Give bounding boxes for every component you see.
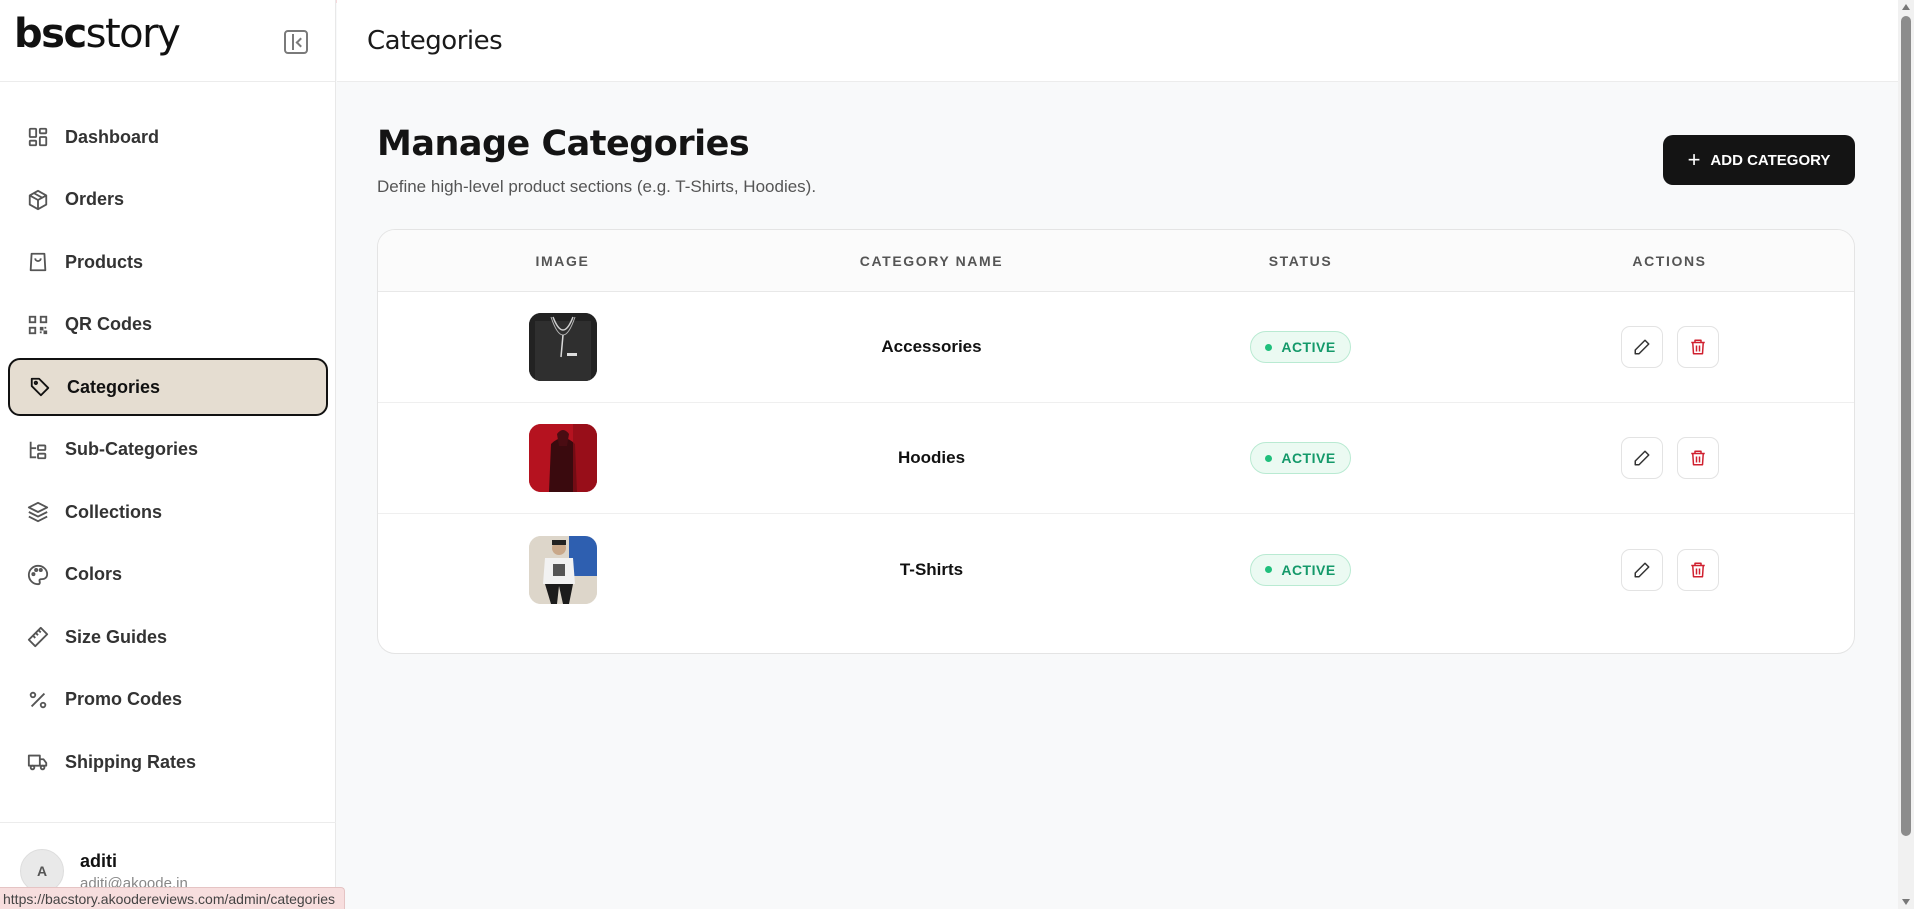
status-dot <box>1265 566 1273 573</box>
plus-icon: + <box>1687 147 1701 172</box>
image-cell <box>378 403 747 513</box>
sidebar-item-sub-categories[interactable]: Sub-Categories <box>8 421 328 479</box>
status-dot <box>1265 454 1273 462</box>
shopping-bag-icon <box>26 250 50 274</box>
status-cell: ACTIVE <box>1116 403 1485 513</box>
status-dot <box>1265 343 1273 351</box>
sidebar-item-label: Sub-Categories <box>65 439 199 459</box>
status-badge: ACTIVE <box>1250 442 1351 474</box>
sidebar-item-shipping-rates[interactable]: Shipping Rates <box>8 733 328 791</box>
sidebar-item-label: Size Guides <box>65 626 168 647</box>
tag-icon <box>28 375 52 399</box>
sidebar-item-label: Shipping Rates <box>65 751 197 772</box>
status-badge: ACTIVE <box>1250 553 1351 586</box>
palette-icon <box>26 563 50 587</box>
sidebar-item-collections[interactable]: Collections <box>8 483 328 541</box>
image-cell <box>378 514 747 625</box>
scroll-down-arrow-icon[interactable] <box>1902 899 1910 905</box>
header-title: Categories <box>367 26 503 56</box>
edit-button[interactable] <box>1620 326 1663 368</box>
sidebar-item-dashboard[interactable]: Dashboard <box>8 108 328 166</box>
pencil-icon <box>1634 339 1649 355</box>
name-cell: T-Shirts <box>747 514 1116 625</box>
edit-button[interactable] <box>1620 548 1663 591</box>
sidebar-item-label: Orders <box>65 189 125 209</box>
add-category-label: ADD CATEGORY <box>1710 151 1831 169</box>
sidebar-item-categories[interactable]: Categories <box>8 358 328 416</box>
sidebar: bscstory Dashboard Orders Products QR Co… <box>0 0 336 909</box>
sidebar-item-label: Products <box>65 251 144 272</box>
qr-code-icon <box>26 313 50 337</box>
sidebar-item-label: Colors <box>65 564 123 584</box>
main-content: Categories Manage Categories Define high… <box>337 0 1898 909</box>
sidebar-item-products[interactable]: Products <box>8 233 328 291</box>
category-name: Hoodies <box>897 448 966 467</box>
sidebar-item-qr-codes[interactable]: QR Codes <box>8 296 328 354</box>
truck-icon <box>26 750 50 774</box>
collapse-sidebar-icon[interactable] <box>284 30 308 54</box>
page-title: Manage Categories <box>377 124 750 164</box>
edit-button[interactable] <box>1620 437 1663 479</box>
trash-icon <box>1690 339 1705 355</box>
table-row: Hoodies ACTIVE <box>378 403 1854 514</box>
add-category-button[interactable]: + ADD CATEGORY <box>1663 135 1855 185</box>
actions-cell <box>1485 514 1854 625</box>
column-header-category-name: CATEGORY NAME <box>859 252 1004 269</box>
hierarchy-icon <box>26 438 50 462</box>
status-badge: ACTIVE <box>1250 331 1351 363</box>
sidebar-nav: Dashboard Orders Products QR Codes Categ… <box>0 108 336 796</box>
delete-button[interactable] <box>1676 437 1719 479</box>
column-header-actions: ACTIONS <box>1632 252 1707 269</box>
scrollbar-thumb[interactable] <box>1901 16 1911 836</box>
user-name: aditi <box>80 851 118 871</box>
category-name: Accessories <box>881 337 982 356</box>
table-row: T-Shirts ACTIVE <box>378 514 1854 625</box>
pencil-icon <box>1634 562 1649 577</box>
top-bar: Categories <box>337 0 1898 82</box>
brand-logo[interactable]: bscstory <box>14 14 181 54</box>
column-header-image: IMAGE <box>535 252 590 269</box>
trash-icon <box>1690 450 1705 466</box>
pencil-icon <box>1634 450 1649 466</box>
delete-button[interactable] <box>1676 548 1719 591</box>
sidebar-item-label: Collections <box>65 501 163 522</box>
category-name: T-Shirts <box>899 559 964 579</box>
image-cell <box>378 292 747 402</box>
sidebar-header: bscstory <box>0 0 335 82</box>
dashboard-icon <box>26 125 50 149</box>
name-cell: Accessories <box>747 292 1116 402</box>
sidebar-item-size-guides[interactable]: Size Guides <box>8 608 328 666</box>
sidebar-item-colors[interactable]: Colors <box>8 546 328 604</box>
sidebar-item-label: Dashboard <box>65 126 160 147</box>
actions-cell <box>1485 292 1854 402</box>
vertical-scrollbar[interactable] <box>1898 0 1914 909</box>
ruler-icon <box>26 625 50 649</box>
sidebar-item-label: Categories <box>67 376 161 397</box>
categories-table: IMAGE CATEGORY NAME STATUS ACTIONS Acces… <box>377 229 1855 654</box>
delete-button[interactable] <box>1676 326 1719 368</box>
box-icon <box>26 188 50 212</box>
page-subtitle: Define high-level product sections (e.g.… <box>377 177 817 196</box>
name-cell: Hoodies <box>747 403 1116 513</box>
layers-icon <box>26 500 50 524</box>
scroll-up-arrow-icon[interactable] <box>1902 4 1910 10</box>
category-thumbnail <box>528 535 597 604</box>
status-cell: ACTIVE <box>1116 292 1485 402</box>
table-row: Accessories ACTIVE <box>378 292 1854 403</box>
category-thumbnail <box>528 313 597 381</box>
table-header: IMAGE CATEGORY NAME STATUS ACTIONS <box>378 230 1854 292</box>
category-thumbnail <box>528 424 597 492</box>
status-cell: ACTIVE <box>1116 514 1485 625</box>
trash-icon <box>1690 562 1705 577</box>
status-bar-url: https://bacstory.akoodereviews.com/admin… <box>0 887 346 909</box>
sidebar-item-label: Promo Codes <box>65 689 183 709</box>
percent-icon <box>26 688 50 712</box>
actions-cell <box>1485 403 1854 513</box>
sidebar-item-promo-codes[interactable]: Promo Codes <box>8 671 328 729</box>
column-header-status: STATUS <box>1268 252 1333 269</box>
sidebar-item-orders[interactable]: Orders <box>8 171 328 229</box>
sidebar-item-label: QR Codes <box>65 314 153 334</box>
